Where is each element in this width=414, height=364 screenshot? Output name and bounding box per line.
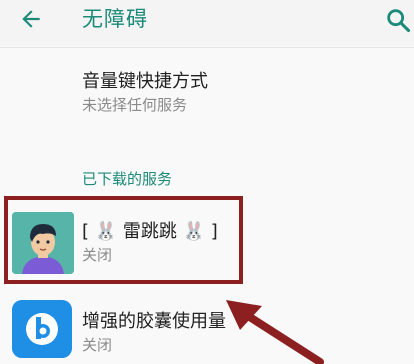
- bixby-b-icon: [12, 300, 72, 358]
- service-avatar-bixby[interactable]: [12, 300, 72, 358]
- volume-shortcut-item[interactable]: 音量键快捷方式 未选择任何服务: [82, 70, 208, 116]
- service-title: 增强的胶囊使用量: [82, 311, 226, 332]
- annotation-arrow-icon: [226, 300, 324, 364]
- annotation-highlight-box: [4, 196, 243, 284]
- search-icon[interactable]: [384, 6, 412, 34]
- divider: [0, 47, 414, 48]
- accessibility-screen: 无障碍 音量键快捷方式 未选择任何服务 已下载的服务 [ 🐰 雷跳跳 🐰 ] 关…: [0, 0, 414, 364]
- app-bar: 无障碍: [0, 0, 414, 46]
- arrow-left-icon[interactable]: [18, 6, 44, 32]
- volume-shortcut-title: 音量键快捷方式: [82, 71, 208, 92]
- volume-shortcut-subtitle: 未选择任何服务: [82, 96, 188, 114]
- section-header-downloaded-services: 已下载的服务: [82, 170, 173, 188]
- service-item-capsule-usage[interactable]: 增强的胶囊使用量 关闭: [82, 310, 226, 356]
- service-status: 关闭: [82, 336, 113, 354]
- page-title: 无障碍: [82, 7, 148, 31]
